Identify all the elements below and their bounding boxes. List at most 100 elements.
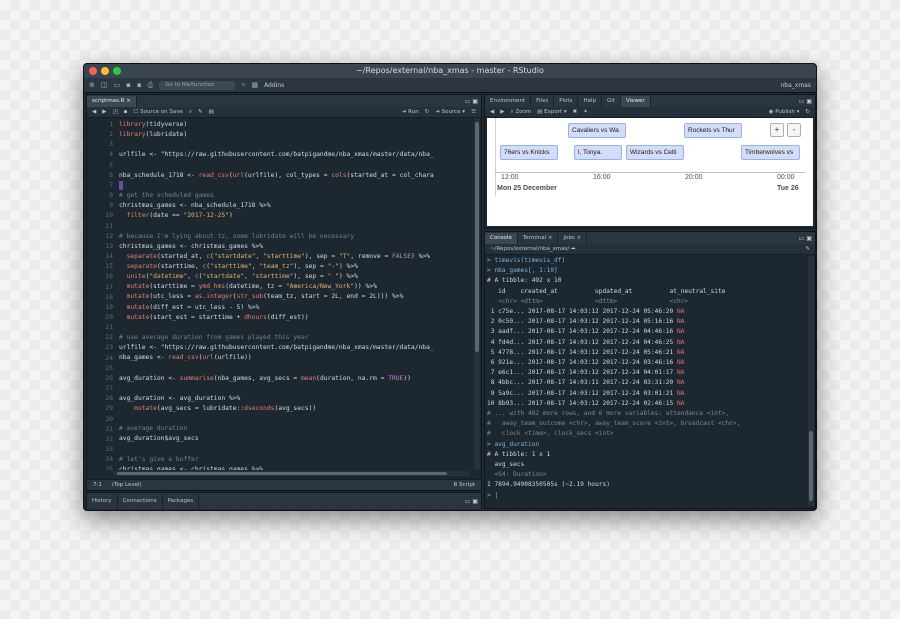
tab-viewer[interactable]: Viewer	[620, 96, 651, 107]
code-line[interactable]	[119, 445, 434, 455]
zoom-out-button[interactable]: -	[787, 123, 801, 137]
timeline-item[interactable]: Cavaliers vs Wa	[568, 123, 626, 138]
timeline-widget[interactable]: Cavaliers vs Wa Rockets vs Thur 76ers vs…	[487, 118, 813, 226]
maximize-pane-icon[interactable]: ▣	[806, 98, 812, 105]
close-tab-icon[interactable]: ×	[577, 235, 582, 241]
code-line[interactable]	[119, 180, 434, 191]
console-scrollbar[interactable]	[808, 256, 814, 506]
code-line[interactable]	[119, 140, 434, 150]
go-to-directory-icon[interactable]: ➦	[571, 246, 576, 252]
console-output[interactable]: > timevis(timevis_df) > nba_games[, 1:10]…	[487, 256, 805, 506]
tab-scriptmas[interactable]: scriptmas.R ×	[87, 96, 137, 107]
minimize-pane-icon[interactable]: ▭	[799, 98, 805, 105]
back-arrow-icon[interactable]: ◀	[490, 109, 494, 115]
save-file-icon[interactable]: ▪	[124, 109, 128, 115]
code-line[interactable]: avg_duration$avg_secs	[119, 434, 434, 444]
show-in-window-icon[interactable]: ◳	[112, 109, 117, 115]
code-line[interactable]: separate(started_at, c("startdate", "sta…	[119, 252, 434, 262]
code-line[interactable]	[119, 323, 434, 333]
save-icon[interactable]: ▪	[126, 81, 131, 89]
scope-selector[interactable]: (Top Level)	[112, 482, 142, 488]
code-line[interactable]: # let's give a buffer	[119, 455, 434, 465]
tab-terminal[interactable]: Terminal ×	[518, 233, 559, 244]
code-editor[interactable]: 1 2 3 4 5 6 7 8 9 10 11 12 13 14 15 16 17 18 19 20 21 22 23 24 2…	[87, 118, 473, 470]
code-line[interactable]	[119, 414, 434, 424]
broom-icon[interactable]: ✦	[583, 109, 588, 115]
code-line[interactable]: library(lubridate)	[119, 130, 434, 140]
close-tab-icon[interactable]: ×	[548, 235, 553, 241]
code-line[interactable]	[119, 363, 434, 373]
save-all-icon[interactable]: ▪	[137, 81, 142, 89]
maximize-pane-icon[interactable]: ▣	[806, 235, 812, 242]
zoom-in-button[interactable]: +	[770, 123, 784, 137]
addins-menu[interactable]: Addins	[264, 82, 284, 89]
source-on-save-checkbox[interactable]: ☐ Source on Save	[133, 109, 182, 115]
zoom-button[interactable]: ⌕ Zoom	[510, 109, 531, 116]
code-line[interactable]: nba_games <- read_csv(url(urlfile))	[119, 353, 434, 363]
timeline-item[interactable]: 76ers vs Knicks	[500, 145, 558, 160]
code-line[interactable]: # because I'm lying about tz, some lubri…	[119, 232, 434, 242]
code-line[interactable]: mutate(utc_less = as.integer(str_sub(tea…	[119, 292, 434, 302]
maximize-pane-icon[interactable]: ▣	[472, 98, 478, 105]
code-line[interactable]	[119, 161, 434, 171]
code-line[interactable]: # get the scheduled games	[119, 191, 434, 201]
clear-viewer-icon[interactable]: ✖	[573, 109, 578, 115]
code-line[interactable]: mutate(starttime = ymd_hms(datetime, tz …	[119, 282, 434, 292]
minimize-pane-icon[interactable]: ▭	[465, 98, 471, 105]
forward-arrow-icon[interactable]: ▶	[102, 109, 106, 115]
new-file-icon[interactable]: ⊕	[89, 81, 95, 89]
clear-console-icon[interactable]: ✎	[805, 246, 810, 252]
search-icon[interactable]: ⌕	[189, 109, 192, 116]
publish-button[interactable]: ◉ Publish ▾	[769, 109, 800, 115]
code-line[interactable]: avg_duration <- summarise(nba_games, avg…	[119, 374, 434, 384]
code-line[interactable]: avg_duration <- avg_duration %>%	[119, 394, 434, 404]
code-line[interactable]: # use average duration from games played…	[119, 333, 434, 343]
timeline-item[interactable]: Timberwolves vs	[741, 145, 800, 160]
tab-packages[interactable]: Packages	[163, 494, 200, 509]
code-line[interactable]: library(tidyverse)	[119, 120, 434, 130]
run-button[interactable]: ➜ Run	[402, 109, 419, 115]
code-line[interactable]: unite("datetime", c("startdate", "startt…	[119, 272, 434, 282]
back-arrow-icon[interactable]: ◀	[92, 109, 96, 115]
tab-history[interactable]: History	[87, 494, 118, 509]
outline-icon[interactable]: ☰	[471, 109, 476, 115]
maximize-pane-icon[interactable]: ▣	[472, 498, 478, 505]
project-menu[interactable]: nba_xmas	[781, 82, 812, 89]
close-window-button[interactable]	[89, 67, 97, 75]
forward-arrow-icon[interactable]: ▶	[500, 109, 504, 115]
code-line[interactable]: mutate(avg_secs = lubridate::dseconds(av…	[119, 404, 434, 414]
export-button[interactable]: ▤ Export ▾	[537, 109, 566, 115]
code-line[interactable]: christmas_games <- christmas_games %>%	[119, 242, 434, 252]
code-line[interactable]: christmas_games <- nba_schedule_1718 %>%	[119, 201, 434, 211]
timeline-item[interactable]: l, Tonya.	[574, 145, 622, 160]
code-content[interactable]: library(tidyverse) library(lubridate) urlf…	[119, 120, 434, 470]
tab-console[interactable]: Console	[485, 233, 518, 244]
grid-layout-icon[interactable]: ▦	[251, 81, 258, 89]
new-project-icon[interactable]: ◫	[101, 81, 108, 89]
minimize-window-button[interactable]	[101, 67, 109, 75]
rerun-icon[interactable]: ↻	[425, 109, 430, 115]
tab-help[interactable]: Help	[578, 96, 602, 107]
code-line[interactable]: filter(date == "2017-12-25")	[119, 211, 434, 221]
refresh-icon[interactable]: ↻	[805, 109, 810, 115]
code-line[interactable]	[119, 221, 434, 231]
tab-jobs[interactable]: Jobs ×	[558, 233, 588, 244]
timeline-item[interactable]: Wizards vs Celti	[626, 145, 684, 160]
editor-horizontal-scrollbar[interactable]	[113, 471, 469, 476]
compile-report-icon[interactable]: ▤	[209, 109, 214, 115]
close-tab-icon[interactable]: ×	[126, 98, 131, 104]
minimize-pane-icon[interactable]: ▭	[799, 235, 805, 242]
source-button[interactable]: ➜ Source ▾	[435, 109, 465, 115]
goto-file-input[interactable]: Go to file/function	[159, 80, 236, 90]
git-icon[interactable]: ⑂	[241, 81, 245, 89]
print-icon[interactable]: ⎙	[148, 81, 154, 90]
tab-plots[interactable]: Plots	[554, 96, 579, 107]
tab-git[interactable]: Git	[602, 96, 621, 107]
code-line[interactable]: nba_schedule_1718 <- read_csv(url(urlfil…	[119, 171, 434, 181]
tab-connections[interactable]: Connections	[118, 494, 163, 509]
file-type-selector[interactable]: R Script	[453, 482, 475, 488]
open-file-icon[interactable]: ▭	[114, 81, 121, 89]
tab-files[interactable]: Files	[531, 96, 555, 107]
code-line[interactable]: separate(starttime, c("starttime", "team…	[119, 262, 434, 272]
tab-environment[interactable]: Environment	[485, 96, 532, 107]
